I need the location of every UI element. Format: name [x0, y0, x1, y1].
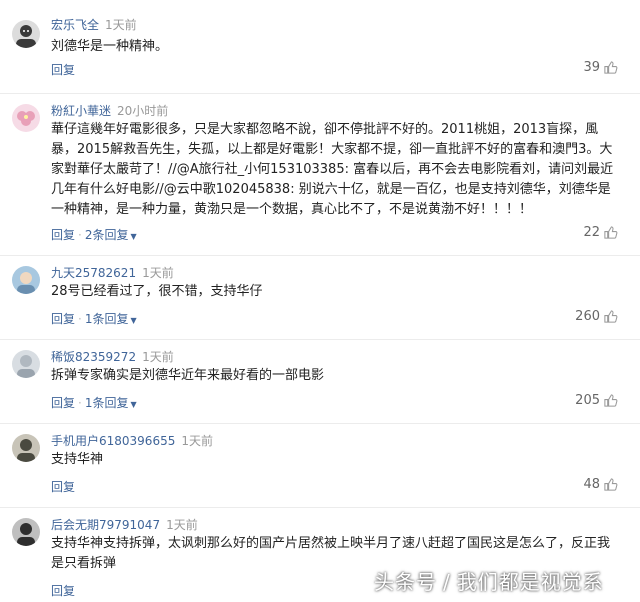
comment-meta: 粉紅小華迷 20小时前: [51, 102, 168, 119]
chevron-down-icon: ▼: [130, 316, 137, 325]
comment-time: 1天前: [142, 266, 174, 280]
comment-time: 1天前: [105, 18, 137, 32]
comment-actions: 回复 · 1条回复 ▼: [51, 310, 137, 327]
thumbs-up-icon: [603, 309, 618, 324]
comment-meta: 宏乐飞全 1天前: [51, 16, 137, 33]
comment-time: 1天前: [181, 434, 213, 448]
thumbs-up-icon: [603, 393, 618, 408]
reply-link[interactable]: 回复: [51, 228, 75, 242]
comment-meta: 后会无期79791047 1天前: [51, 516, 198, 533]
like-count: 39: [583, 60, 600, 75]
thumbs-up-icon: [603, 477, 618, 492]
comment-meta: 手机用户6180396655 1天前: [51, 432, 213, 449]
comment-actions: 回复: [51, 61, 75, 78]
username-link[interactable]: 粉紅小華迷: [51, 104, 111, 118]
thumbs-up-icon: [603, 225, 618, 240]
replies-toggle[interactable]: 1条回复 ▼: [85, 396, 137, 410]
avatar[interactable]: [12, 518, 40, 546]
like-button[interactable]: 22: [583, 225, 618, 240]
comment-actions: 回复 · 2条回复 ▼: [51, 226, 137, 243]
watermark: 头条号 / 我们都是视觉系: [374, 570, 604, 594]
comment-text: 華仔這幾年好電影很多，只是大家都忽略不說，卻不停批評不好的。2011桃姐，201…: [51, 122, 614, 217]
comment-actions: 回复 · 1条回复 ▼: [51, 394, 137, 411]
comment-item: 粉紅小華迷 20小时前 華仔這幾年好電影很多，只是大家都忽略不說，卻不停批評不好的…: [0, 94, 640, 256]
chevron-down-icon: ▼: [130, 400, 137, 409]
separator: ·: [78, 228, 82, 242]
comment-meta: 九天25782621 1天前: [51, 264, 174, 281]
separator: ·: [78, 396, 82, 410]
comment-item: 手机用户6180396655 1天前 支持华神 回复 48: [0, 424, 640, 508]
comment-time: 20小时前: [117, 104, 169, 118]
avatar[interactable]: [12, 20, 40, 48]
comment-actions: 回复: [51, 582, 75, 599]
like-button[interactable]: 48: [583, 477, 618, 492]
username-link[interactable]: 稀饭82359272: [51, 350, 136, 364]
comment-text: 刘德华是一种精神。: [51, 39, 169, 54]
username-link[interactable]: 宏乐飞全: [51, 18, 99, 32]
avatar[interactable]: [12, 434, 40, 462]
avatar[interactable]: [12, 104, 40, 132]
reply-link[interactable]: 回复: [51, 584, 75, 598]
comment-item: 九天25782621 1天前 28号已经看过了，很不错，支持华仔 回复 · 1条回复 ▼…: [0, 256, 640, 340]
separator: ·: [78, 312, 82, 326]
like-button[interactable]: 205: [575, 393, 618, 408]
comment-item: 宏乐飞全 1天前 刘德华是一种精神。 回复 39: [0, 0, 640, 94]
comment-text: 支持华神: [51, 452, 104, 467]
reply-link[interactable]: 回复: [51, 63, 75, 77]
username-link[interactable]: 手机用户6180396655: [51, 434, 175, 448]
like-count: 48: [583, 477, 600, 492]
comment-list: 宏乐飞全 1天前 刘德华是一种精神。 回复 39 粉紅小華迷 20小时前 華仔這幾年…: [0, 0, 640, 602]
like-button[interactable]: 39: [583, 60, 618, 75]
comment-item: 稀饭82359272 1天前 拆弹专家确实是刘德华近年来最好看的一部电影 回复 · 1…: [0, 340, 640, 424]
comment-text: 28号已经看过了，很不错，支持华仔: [51, 284, 263, 299]
comment-meta: 稀饭82359272 1天前: [51, 348, 174, 365]
thumbs-up-icon: [603, 60, 618, 75]
replies-toggle[interactable]: 1条回复 ▼: [85, 312, 137, 326]
comment-time: 1天前: [166, 518, 198, 532]
username-link[interactable]: 后会无期79791047: [51, 518, 160, 532]
chevron-down-icon: ▼: [130, 232, 137, 241]
reply-link[interactable]: 回复: [51, 312, 75, 326]
reply-link[interactable]: 回复: [51, 480, 75, 494]
comment-actions: 回复: [51, 478, 75, 495]
avatar[interactable]: [12, 350, 40, 378]
like-button[interactable]: 260: [575, 309, 618, 324]
like-count: 22: [583, 225, 600, 240]
comment-time: 1天前: [142, 350, 174, 364]
avatar[interactable]: [12, 266, 40, 294]
like-count: 260: [575, 309, 600, 324]
username-link[interactable]: 九天25782621: [51, 266, 136, 280]
reply-link[interactable]: 回复: [51, 396, 75, 410]
comment-text: 拆弹专家确实是刘德华近年来最好看的一部电影: [51, 368, 325, 383]
replies-toggle[interactable]: 2条回复 ▼: [85, 228, 137, 242]
like-count: 205: [575, 393, 600, 408]
